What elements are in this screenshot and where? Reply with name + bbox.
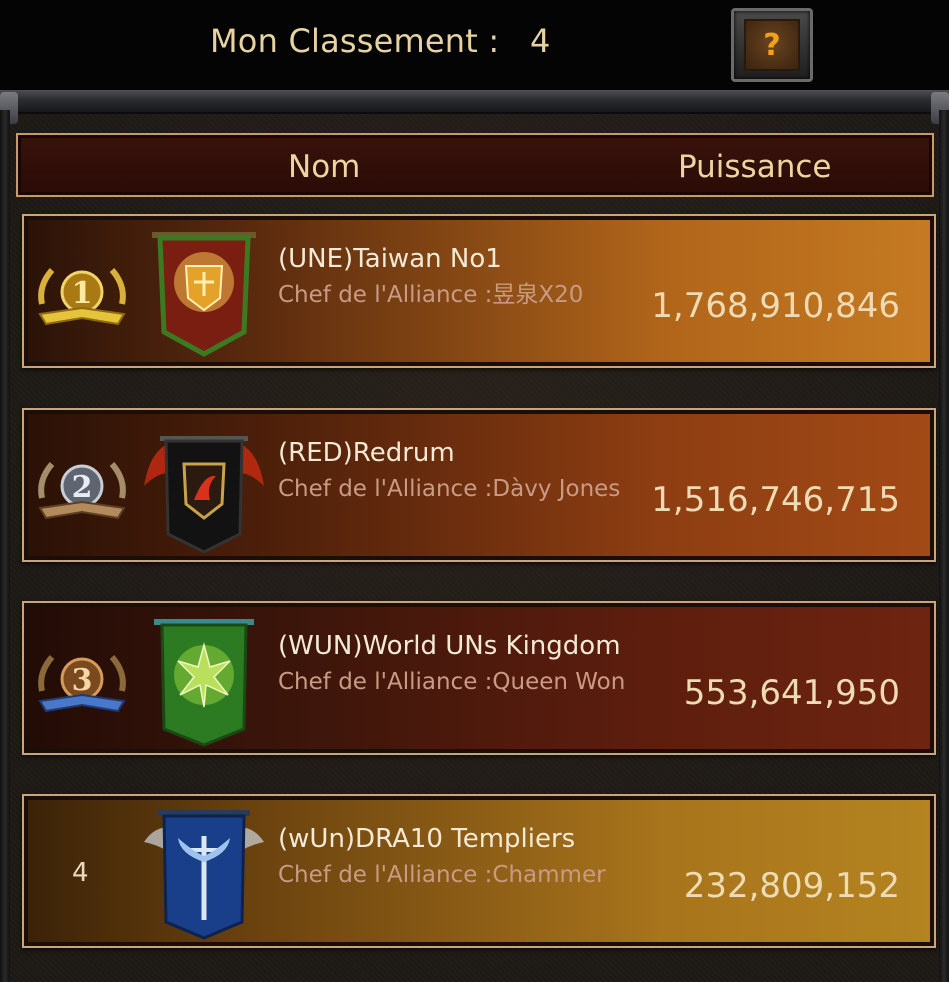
bronze-laurel-3-badge-icon: 3: [38, 655, 126, 713]
svg-text:3: 3: [72, 663, 93, 698]
leader-name: 昱泉X20: [492, 282, 584, 308]
ranking-row-1[interactable]: 1 (UNE)Taiwan No1 Chef de l'Alliance :昱泉…: [22, 214, 936, 368]
alliance-leader: Chef de l'Alliance :Chammer: [278, 860, 638, 891]
ranking-row-3[interactable]: 3 (WUN)World UNs Kingdom Chef de l'Allia…: [22, 601, 936, 755]
gold-laurel-1-badge-icon: 1: [38, 268, 126, 326]
alliance-name: (WUN)World UNs Kingdom: [278, 631, 621, 661]
alliance-leader: Chef de l'Alliance :昱泉X20: [278, 280, 638, 311]
rank-number: 4: [72, 858, 89, 888]
leader-prefix: Chef de l'Alliance :: [278, 282, 493, 308]
help-button[interactable]: ?: [731, 8, 813, 82]
frame-top-bar: [0, 90, 949, 114]
leader-prefix: Chef de l'Alliance :: [278, 476, 493, 502]
my-rank-label: Mon Classement :: [210, 22, 500, 60]
black-dragon-winged-banner-icon: [144, 436, 264, 554]
svg-text:1: 1: [72, 276, 93, 311]
alliance-name: (UNE)Taiwan No1: [278, 244, 502, 274]
leader-name: Chammer: [492, 862, 606, 888]
svg-text:2: 2: [72, 470, 93, 505]
alliance-ranking-screen: Mon Classement : 4 ? Nom Puissance 1 (UN…: [0, 0, 949, 982]
frame-side-left: [0, 110, 10, 982]
alliance-leader: Chef de l'Alliance :Dàvy Jones: [278, 474, 638, 505]
alliance-power: 1,768,910,846: [651, 286, 900, 326]
leader-prefix: Chef de l'Alliance :: [278, 862, 493, 888]
column-power-label: Puissance: [678, 149, 832, 185]
question-mark-icon: ?: [744, 19, 800, 71]
blue-winged-sword-banner-icon: [144, 810, 264, 940]
alliance-leader: Chef de l'Alliance :Queen Won: [278, 667, 638, 698]
column-name-label: Nom: [288, 149, 361, 185]
leader-name: Dàvy Jones: [492, 476, 621, 502]
green-leaf-banner-icon: [154, 619, 254, 747]
silver-laurel-2-badge-icon: 2: [38, 462, 126, 520]
leader-name: Queen Won: [492, 669, 626, 695]
column-header: Nom Puissance: [16, 133, 934, 197]
ranking-row-4[interactable]: 4 (wUn)DRA10 Templiers Chef de l'Allianc…: [22, 794, 936, 948]
alliance-power: 232,809,152: [683, 866, 900, 906]
ranking-header: Mon Classement : 4 ?: [0, 0, 949, 90]
red-green-shield-banner-icon: [152, 232, 256, 357]
ranking-row-2[interactable]: 2 (RED)Redrum Chef de l'Alliance :Dàvy J…: [22, 408, 936, 562]
alliance-power: 1,516,746,715: [651, 480, 900, 520]
alliance-name: (wUn)DRA10 Templiers: [278, 824, 576, 854]
alliance-name: (RED)Redrum: [278, 438, 455, 468]
frame-side-right: [939, 110, 949, 982]
my-rank-value: 4: [530, 22, 551, 60]
leader-prefix: Chef de l'Alliance :: [278, 669, 493, 695]
alliance-power: 553,641,950: [683, 673, 900, 713]
